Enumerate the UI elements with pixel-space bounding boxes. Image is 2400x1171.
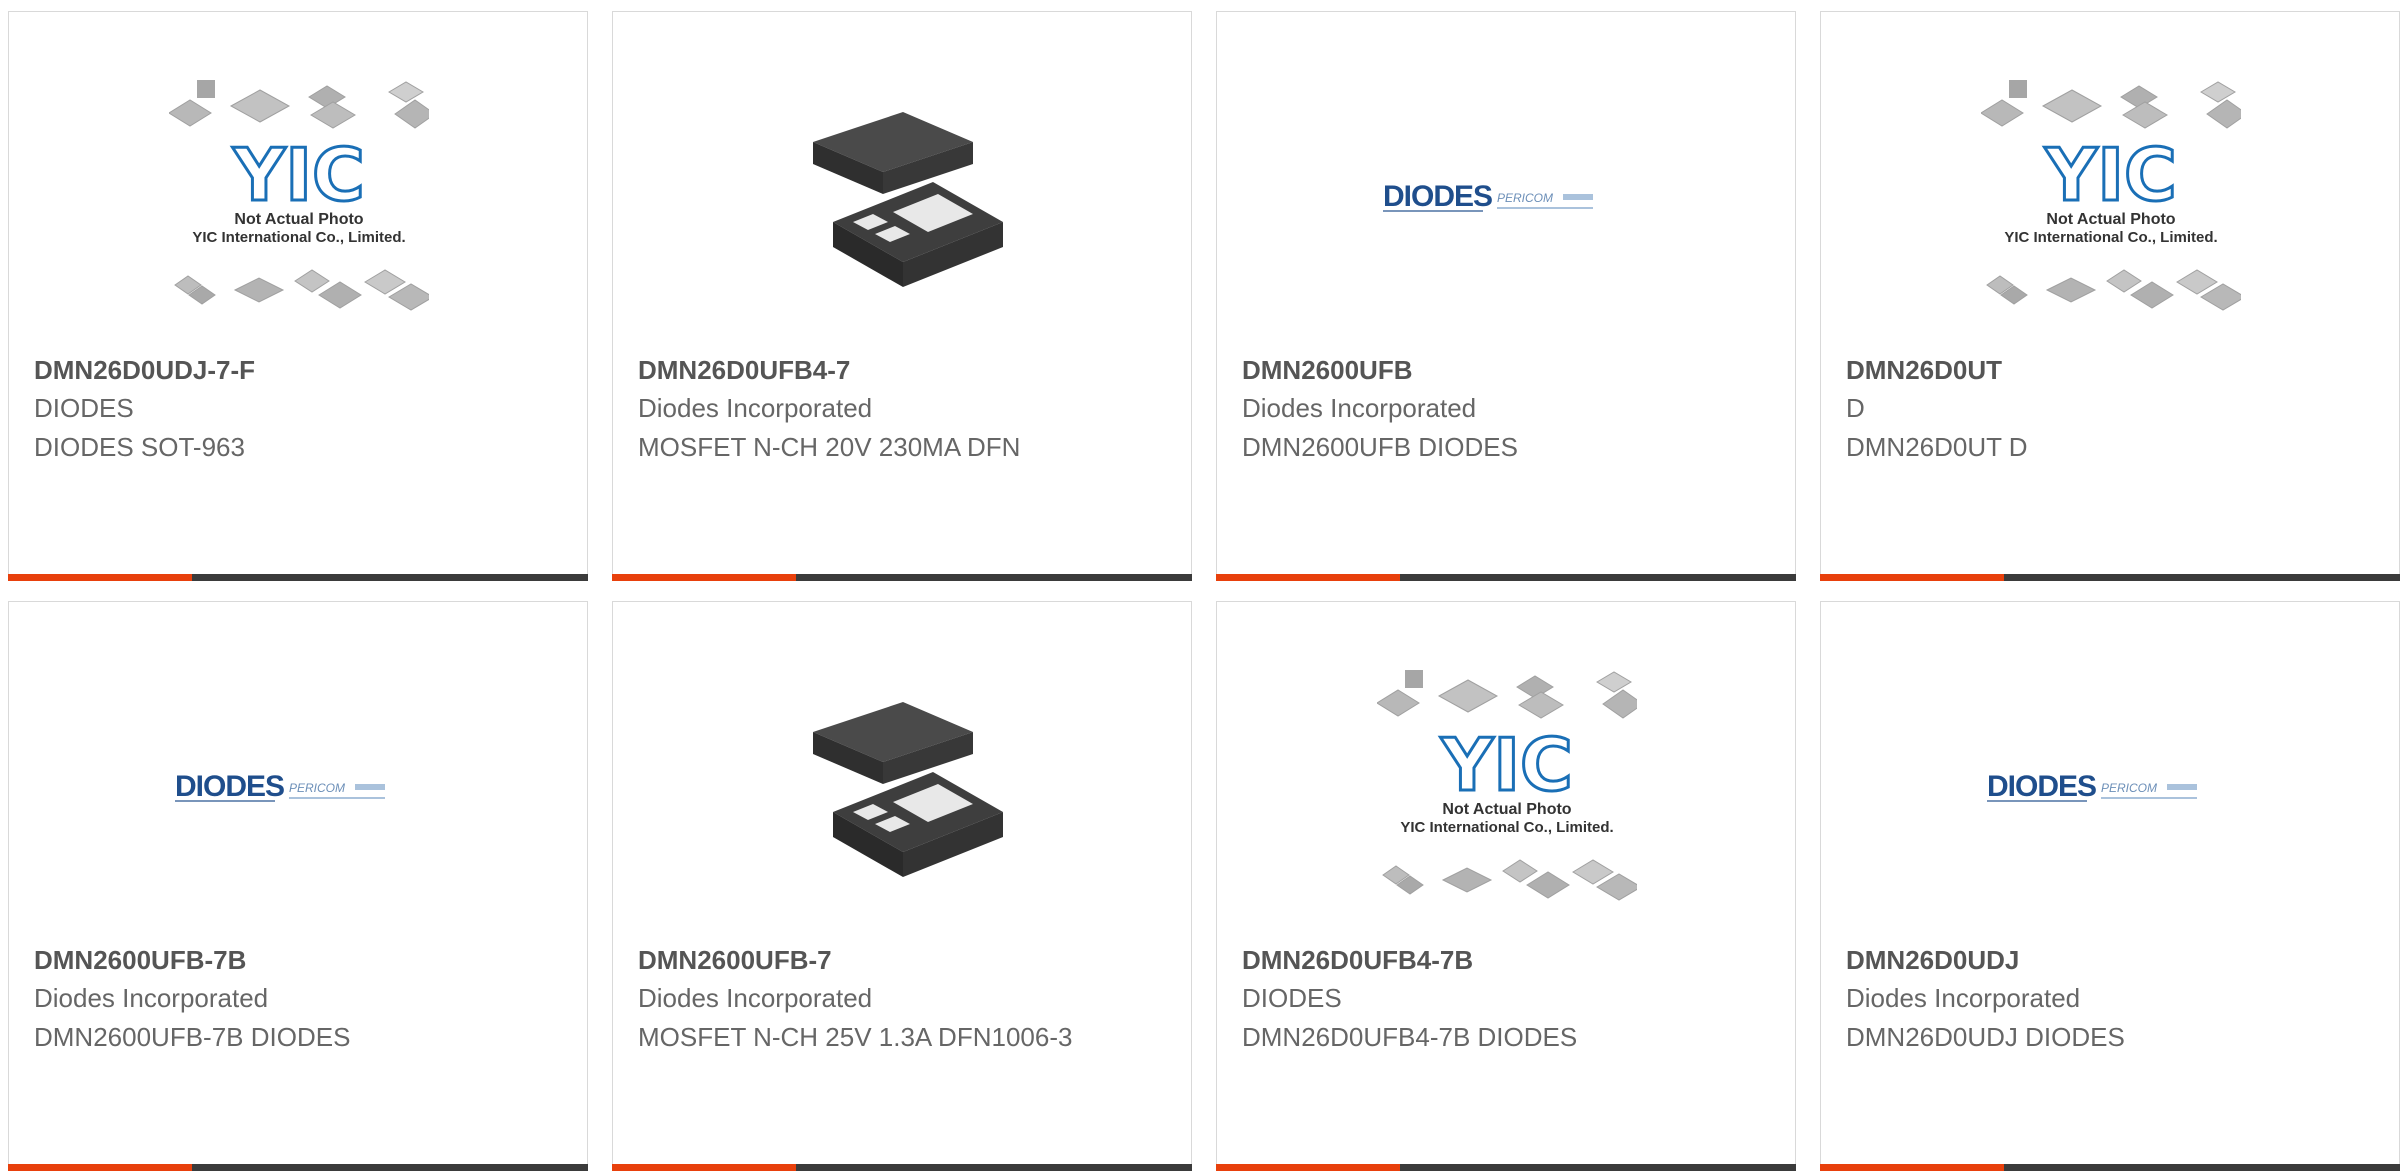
product-part-number[interactable]: DMN26D0UFB4-7B	[1242, 945, 1473, 976]
diodes-pericom-logo-icon: DIODES PERICOM	[175, 770, 385, 803]
product-card[interactable]: DIODES PERICOM DMN26D0UDJ Diodes Incorpor…	[1820, 601, 2400, 1171]
product-image[interactable]: YIC Not Actual Photo YIC International Co.…	[1981, 72, 2241, 322]
product-part-number[interactable]: DMN2600UFB-7B	[34, 945, 246, 976]
product-image[interactable]: YIC Not Actual Photo YIC International Co.…	[1377, 662, 1637, 912]
card-footer-bar	[612, 1164, 1192, 1171]
product-image[interactable]: DIODES PERICOM	[1377, 72, 1637, 322]
card-footer-accent	[1216, 1164, 1400, 1171]
card-footer-bar	[1216, 574, 1796, 581]
product-manufacturer: D	[1846, 393, 1865, 423]
yic-placeholder-icon: YICNot Actual PhotoYIC International Co.…	[169, 80, 429, 311]
product-card[interactable]: DMN26D0UFB4-7 Diodes Incorporated MOSFET…	[612, 11, 1192, 581]
diodes-pericom-logo-icon: DIODES PERICOM	[1987, 770, 2197, 803]
product-description: MOSFET N-CH 20V 230MA DFN	[638, 432, 1021, 462]
product-part-number[interactable]: DMN26D0UFB4-7	[638, 355, 850, 386]
product-grid: YIC Not Actual Photo YIC International Co.…	[8, 11, 2400, 1171]
svg-text:DIODES: DIODES	[1383, 180, 1492, 213]
card-footer-bar	[1820, 1164, 2400, 1171]
card-footer-accent	[1820, 1164, 2004, 1171]
product-card[interactable]: YIC Not Actual Photo YIC International Co.…	[1820, 11, 2400, 581]
svg-text:Not Actual Photo: Not Actual Photo	[234, 211, 363, 228]
svg-text:PERICOM: PERICOM	[2101, 781, 2157, 795]
svg-text:DIODES: DIODES	[1987, 770, 2096, 803]
product-description: DMN2600UFB-7B DIODES	[34, 1022, 351, 1052]
card-footer-bar	[1820, 574, 2400, 581]
svg-text:DIODES: DIODES	[175, 770, 284, 803]
product-card[interactable]: DMN2600UFB-7 Diodes Incorporated MOSFET …	[612, 601, 1192, 1171]
product-part-number[interactable]: DMN2600UFB-7	[638, 945, 832, 976]
product-description: MOSFET N-CH 25V 1.3A DFN1006-3	[638, 1022, 1073, 1052]
svg-text:YIC International Co., Limited: YIC International Co., Limited.	[192, 229, 405, 246]
product-card[interactable]: DIODES PERICOM DMN2600UFB Diodes Incorpor…	[1216, 11, 1796, 581]
card-footer-accent	[612, 574, 796, 581]
yic-placeholder-icon: YICNot Actual PhotoYIC International Co.…	[1981, 80, 2241, 311]
card-footer-accent	[8, 574, 192, 581]
product-description: DIODES SOT-963	[34, 432, 245, 462]
product-description: DMN26D0UFB4-7B DIODES	[1242, 1022, 1578, 1052]
dfn-package-photo-icon	[813, 702, 1003, 877]
product-card[interactable]: YIC Not Actual Photo YIC International Co.…	[8, 11, 588, 581]
product-description: DMN26D0UT D	[1846, 432, 2028, 462]
svg-text:YIC International Co., Limited: YIC International Co., Limited.	[1400, 819, 1613, 836]
card-footer-bar	[8, 574, 588, 581]
svg-text:YIC International Co., Limited: YIC International Co., Limited.	[2004, 229, 2217, 246]
product-image[interactable]	[773, 72, 1033, 322]
svg-text:PERICOM: PERICOM	[289, 781, 345, 795]
product-manufacturer: Diodes Incorporated	[638, 393, 873, 423]
svg-text:YIC: YIC	[232, 133, 365, 217]
product-manufacturer: DIODES	[34, 393, 134, 423]
product-manufacturer: DIODES	[1242, 983, 1342, 1013]
product-manufacturer: Diodes Incorporated	[34, 983, 269, 1013]
card-footer-bar	[8, 1164, 588, 1171]
product-image[interactable]: DIODES PERICOM	[169, 662, 429, 912]
card-footer-bar	[612, 574, 1192, 581]
svg-text:Not Actual Photo: Not Actual Photo	[2046, 211, 2175, 228]
card-footer-accent	[1820, 574, 2004, 581]
svg-text:YIC: YIC	[1440, 723, 1573, 807]
product-image[interactable]: DIODES PERICOM	[1981, 662, 2241, 912]
product-manufacturer: Diodes Incorporated	[1846, 983, 2081, 1013]
card-footer-accent	[612, 1164, 796, 1171]
svg-text:Not Actual Photo: Not Actual Photo	[1442, 801, 1571, 818]
diodes-pericom-logo-icon: DIODES PERICOM	[1383, 180, 1593, 213]
product-part-number[interactable]: DMN26D0UDJ	[1846, 945, 2019, 976]
card-footer-bar	[1216, 1164, 1796, 1171]
svg-text:PERICOM: PERICOM	[1497, 191, 1553, 205]
product-description: DMN2600UFB DIODES	[1242, 432, 1518, 462]
product-image[interactable]: YIC Not Actual Photo YIC International Co.…	[169, 72, 429, 322]
product-part-number[interactable]: DMN2600UFB	[1242, 355, 1413, 386]
yic-placeholder-icon: YICNot Actual PhotoYIC International Co.…	[1377, 670, 1637, 901]
product-card[interactable]: YIC Not Actual Photo YIC International Co.…	[1216, 601, 1796, 1171]
product-part-number[interactable]: DMN26D0UDJ-7-F	[34, 355, 255, 386]
dfn-package-photo-icon	[813, 112, 1003, 287]
product-part-number[interactable]: DMN26D0UT	[1846, 355, 2002, 386]
product-manufacturer: Diodes Incorporated	[1242, 393, 1477, 423]
card-footer-accent	[8, 1164, 192, 1171]
svg-text:YIC: YIC	[2044, 133, 2177, 217]
product-image[interactable]	[773, 662, 1033, 912]
product-manufacturer: Diodes Incorporated	[638, 983, 873, 1013]
product-description: DMN26D0UDJ DIODES	[1846, 1022, 2125, 1052]
card-footer-accent	[1216, 574, 1400, 581]
product-card[interactable]: DIODES PERICOM DMN2600UFB-7B Diodes Incor…	[8, 601, 588, 1171]
